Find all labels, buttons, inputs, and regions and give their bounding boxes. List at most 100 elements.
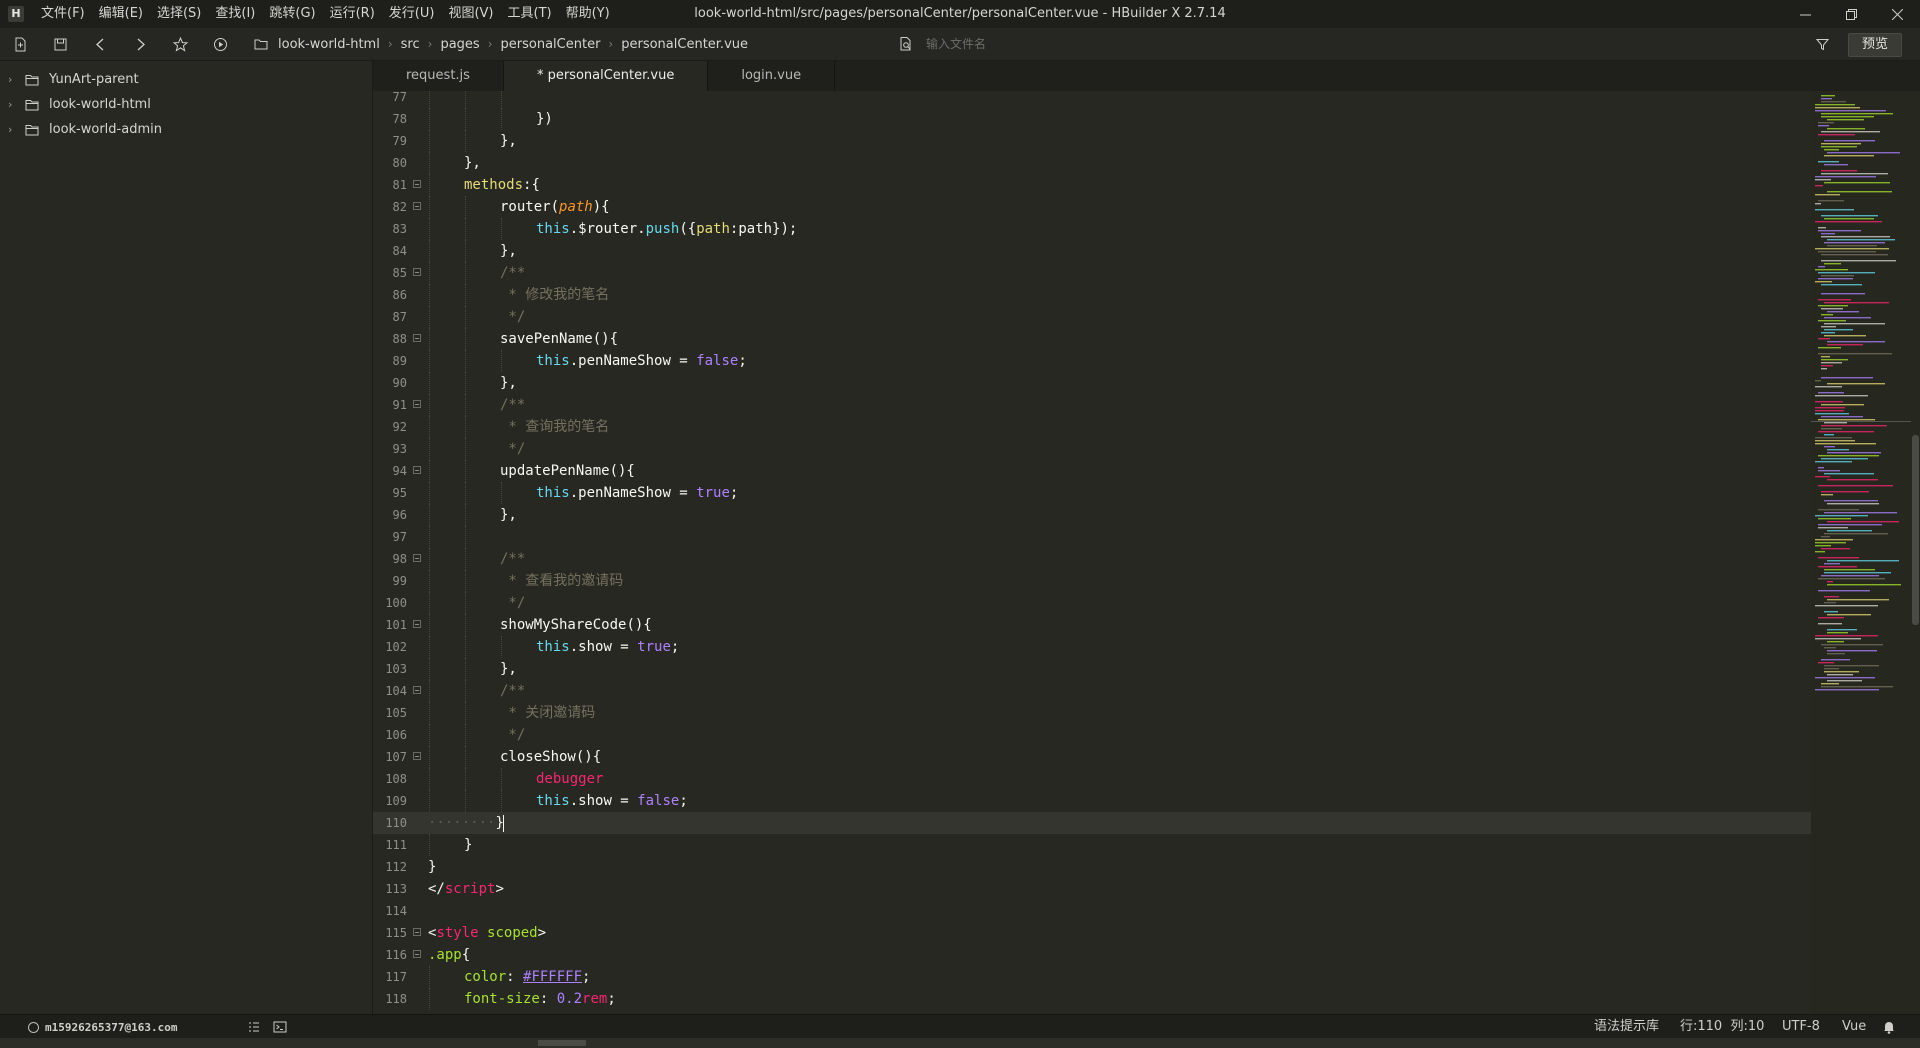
code-line[interactable]: 92 * 查询我的笔名 [373, 416, 1811, 438]
code-line[interactable]: 106 */ [373, 724, 1811, 746]
code-line[interactable]: 98 /** [373, 548, 1811, 570]
line-number[interactable]: 103 [373, 658, 407, 680]
code-line[interactable]: 95 this.penNameShow = true; [373, 482, 1811, 504]
menu-item[interactable]: 跳转(G) [262, 0, 322, 28]
code-text[interactable]: font-size: 0.2rem; [464, 988, 616, 1010]
scrollbar-thumb[interactable] [1912, 435, 1919, 625]
editor-tab[interactable]: request.js [373, 61, 504, 91]
line-number[interactable]: 82 [373, 196, 407, 218]
breadcrumb-item[interactable]: src [401, 37, 420, 52]
code-line[interactable]: 112} [373, 856, 1811, 878]
line-number[interactable]: 101 [373, 614, 407, 636]
favorite-button[interactable] [160, 28, 200, 60]
back-button[interactable] [80, 28, 120, 60]
code-line[interactable]: 117 color: #FFFFFF; [373, 966, 1811, 988]
code-text[interactable]: */ [500, 592, 525, 614]
menu-item[interactable]: 查找(I) [208, 0, 262, 28]
line-number[interactable]: 84 [373, 240, 407, 262]
fold-toggle-icon[interactable] [413, 950, 421, 958]
code-line[interactable]: 89 this.penNameShow = false; [373, 350, 1811, 372]
code-text[interactable]: }, [500, 240, 517, 262]
minimize-icon[interactable] [1782, 0, 1828, 28]
new-file-button[interactable] [0, 28, 40, 60]
code-line[interactable]: 111} [373, 834, 1811, 856]
code-line[interactable]: 84}, [373, 240, 1811, 262]
code-line[interactable]: 100 */ [373, 592, 1811, 614]
code-line[interactable]: 101 showMyShareCode(){ [373, 614, 1811, 636]
line-number[interactable]: 106 [373, 724, 407, 746]
code-line[interactable]: 114 [373, 900, 1811, 922]
fold-toggle-icon[interactable] [413, 202, 421, 210]
code-text[interactable]: */ [500, 306, 525, 328]
breadcrumb-item[interactable]: pages [440, 37, 479, 52]
code-line[interactable]: 116 .app{ [373, 944, 1811, 966]
forward-button[interactable] [120, 28, 160, 60]
code-line[interactable]: 90}, [373, 372, 1811, 394]
account[interactable]: m15926265377@163.com [28, 1021, 177, 1034]
code-line[interactable]: 86 * 修改我的笔名 [373, 284, 1811, 306]
code-text[interactable]: }, [500, 130, 517, 152]
code-text[interactable]: /** [500, 680, 525, 702]
close-icon[interactable] [1874, 0, 1920, 28]
code-text[interactable]: * 修改我的笔名 [500, 284, 609, 306]
code-line[interactable]: 108 debugger [373, 768, 1811, 790]
line-number[interactable]: 102 [373, 636, 407, 658]
code-text[interactable]: </script> [428, 878, 504, 900]
fold-toggle-icon[interactable] [413, 466, 421, 474]
code-line[interactable]: 88 savePenName(){ [373, 328, 1811, 350]
line-number[interactable]: 109 [373, 790, 407, 812]
editor-tab[interactable]: login.vue [708, 61, 836, 91]
code-line[interactable]: 118 font-size: 0.2rem; [373, 988, 1811, 1010]
code-text[interactable]: /** [500, 394, 525, 416]
run-button[interactable] [200, 28, 240, 60]
code-line[interactable]: 107 closeShow(){ [373, 746, 1811, 768]
fold-toggle-icon[interactable] [413, 268, 421, 276]
code-text[interactable]: */ [500, 724, 525, 746]
line-number[interactable]: 77 [373, 91, 407, 108]
code-line[interactable]: 87 */ [373, 306, 1811, 328]
code-text[interactable]: savePenName(){ [500, 328, 618, 350]
save-button[interactable] [40, 28, 80, 60]
line-number[interactable]: 96 [373, 504, 407, 526]
code-text[interactable]: router(path){ [500, 196, 610, 218]
fold-toggle-icon[interactable] [413, 686, 421, 694]
menu-item[interactable]: 视图(V) [441, 0, 500, 28]
code-line[interactable]: 82 router(path){ [373, 196, 1811, 218]
project-tree-item[interactable]: › look-world-html [0, 92, 372, 117]
outline-icon[interactable] [246, 1019, 262, 1035]
code-text[interactable]: methods:{ [464, 174, 540, 196]
line-number[interactable]: 113 [373, 878, 407, 900]
file-search-input[interactable] [924, 36, 1248, 52]
line-number[interactable]: 114 [373, 900, 407, 922]
code-text[interactable]: }) [536, 108, 553, 130]
minimap[interactable] [1811, 91, 1911, 1014]
cursor-position[interactable]: 行:110 列:10 [1680, 1015, 1764, 1039]
line-number[interactable]: 98 [373, 548, 407, 570]
line-number[interactable]: 93 [373, 438, 407, 460]
filter-button[interactable] [1808, 28, 1836, 60]
breadcrumb-item[interactable]: look-world-html [278, 37, 380, 52]
code-line[interactable]: 94 updatePenName(){ [373, 460, 1811, 482]
line-number[interactable]: 107 [373, 746, 407, 768]
preview-button[interactable]: 预览 [1848, 33, 1902, 57]
code-line[interactable]: 103}, [373, 658, 1811, 680]
code-text[interactable]: }, [500, 658, 517, 680]
fold-toggle-icon[interactable] [413, 554, 421, 562]
code-line[interactable]: 93 */ [373, 438, 1811, 460]
menu-item[interactable]: 编辑(E) [92, 0, 150, 28]
code-line[interactable]: 97 [373, 526, 1811, 548]
menu-item[interactable]: 发行(U) [382, 0, 442, 28]
menu-item[interactable]: 运行(R) [323, 0, 382, 28]
line-number[interactable]: 117 [373, 966, 407, 988]
code-text[interactable]: debugger [536, 768, 603, 790]
code-text[interactable]: ········} [428, 812, 504, 834]
syntax-hint-library[interactable]: 语法提示库 [1594, 1015, 1659, 1039]
code-text[interactable]: updatePenName(){ [500, 460, 635, 482]
fold-toggle-icon[interactable] [413, 400, 421, 408]
line-number[interactable]: 116 [373, 944, 407, 966]
code-text[interactable]: this.penNameShow = true; [536, 482, 738, 504]
code-line[interactable]: 83 this.$router.push({path:path}); [373, 218, 1811, 240]
code-line[interactable]: 78}) [373, 108, 1811, 130]
code-line[interactable]: 109 this.show = false; [373, 790, 1811, 812]
line-number[interactable]: 79 [373, 130, 407, 152]
